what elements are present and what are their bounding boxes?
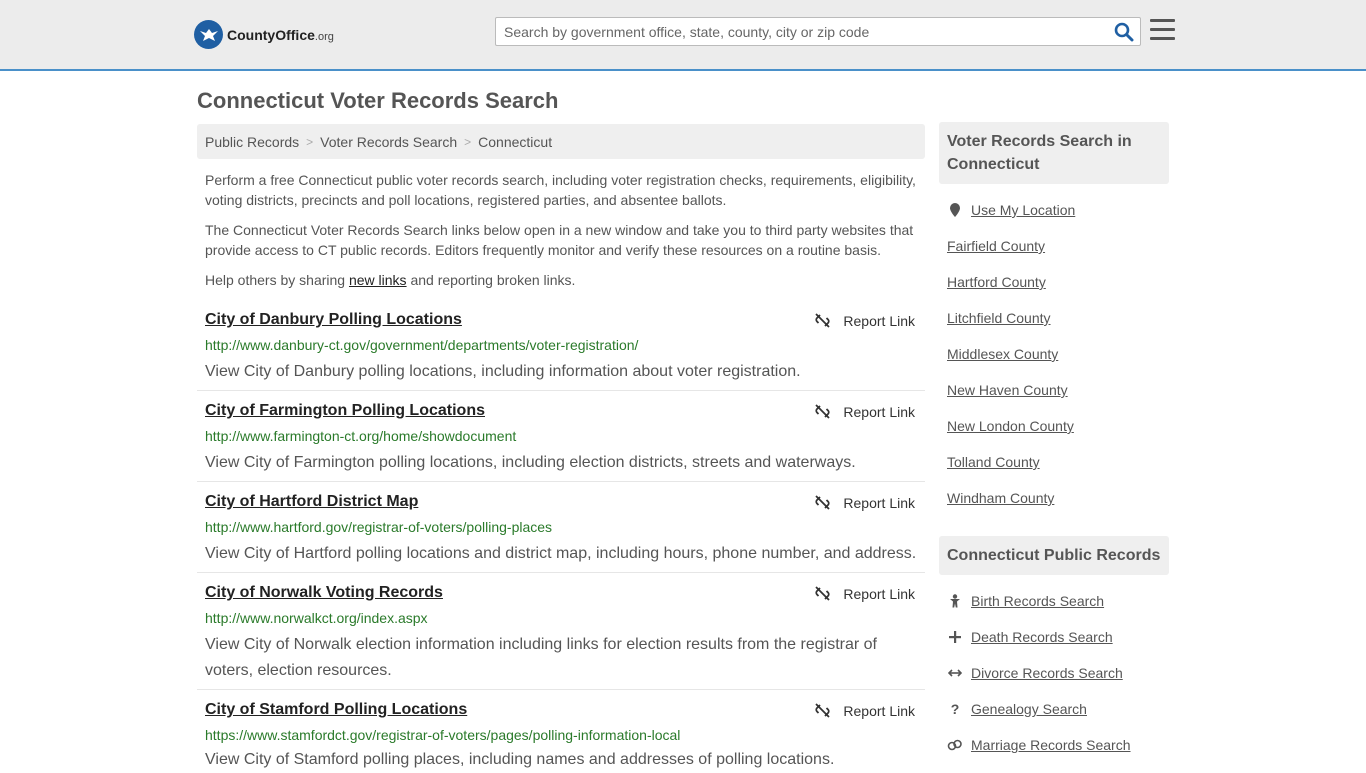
sidebar-record-item[interactable]: Death Records Search <box>947 629 1113 645</box>
listing-description: View City of Hartford polling locations … <box>205 545 917 562</box>
county-link[interactable]: Litchfield County <box>947 310 1051 326</box>
sidebar-record-item[interactable]: Marriage Records Search <box>947 737 1131 753</box>
sidebar-county-item[interactable]: Tolland County <box>947 454 1040 470</box>
county-link[interactable]: Middlesex County <box>947 346 1058 362</box>
listing-item: City of Hartford District Map Report Lin… <box>197 493 925 573</box>
sidebar-public-records-heading: Connecticut Public Records <box>939 536 1169 575</box>
use-location-link[interactable]: Use My Location <box>971 202 1075 218</box>
listing-url[interactable]: http://www.hartford.gov/registrar-of-vot… <box>205 519 552 535</box>
record-link[interactable]: Genealogy Search <box>971 701 1087 717</box>
chevron-right-icon: > <box>464 134 472 149</box>
intro-paragraph-3: Help others by sharing new links and rep… <box>205 270 920 290</box>
record-link[interactable]: Death Records Search <box>971 629 1113 645</box>
cross-icon <box>947 631 963 643</box>
report-link-button[interactable]: Report Link <box>814 702 915 719</box>
record-link[interactable]: Divorce Records Search <box>971 665 1123 681</box>
sidebar-county-item[interactable]: Windham County <box>947 490 1054 506</box>
baby-icon <box>947 594 963 608</box>
sidebar-county-item[interactable]: Fairfield County <box>947 238 1045 254</box>
sidebar-record-item[interactable]: Divorce Records Search <box>947 665 1123 681</box>
report-link-label: Report Link <box>843 312 915 329</box>
listing-item: City of Farmington Polling Locations Rep… <box>197 402 925 482</box>
search-icon[interactable] <box>1114 22 1134 42</box>
report-link-label: Report Link <box>843 494 915 511</box>
site-logo[interactable]: CountyOffice.org <box>194 20 334 49</box>
report-link-button[interactable]: Report Link <box>814 403 915 420</box>
search-input[interactable] <box>496 18 1096 45</box>
site-header: CountyOffice.org <box>0 0 1366 71</box>
sidebar-voter-records-heading: Voter Records Search in Connecticut <box>939 122 1169 184</box>
new-links-link[interactable]: new links <box>349 272 407 288</box>
sidebar-county-item[interactable]: Middlesex County <box>947 346 1058 362</box>
breadcrumb: Public Records > Voter Records Search > … <box>197 124 925 159</box>
map-pin-icon <box>947 203 963 217</box>
sidebar-record-item[interactable]: Birth Records Search <box>947 593 1104 609</box>
record-link[interactable]: Marriage Records Search <box>971 737 1131 753</box>
listing-description: View City of Stamford polling places, in… <box>205 751 835 768</box>
page-title: Connecticut Voter Records Search <box>197 88 559 113</box>
intro-text: and reporting broken links. <box>406 272 576 288</box>
broken-link-icon <box>815 313 831 328</box>
county-link[interactable]: Fairfield County <box>947 238 1045 254</box>
sidebar-county-item[interactable]: Hartford County <box>947 274 1046 290</box>
listing-url[interactable]: http://www.norwalkct.org/index.aspx <box>205 610 428 626</box>
sidebar-record-item[interactable]: ? Genealogy Search <box>947 701 1087 717</box>
sidebar-county-item[interactable]: New Haven County <box>947 382 1068 398</box>
listing-description: View City of Danbury polling locations, … <box>205 363 801 380</box>
county-link[interactable]: New London County <box>947 418 1074 434</box>
county-link[interactable]: New Haven County <box>947 382 1068 398</box>
county-link[interactable]: Hartford County <box>947 274 1046 290</box>
listing-url[interactable]: http://www.farmington-ct.org/home/showdo… <box>205 428 516 444</box>
chevron-right-icon: > <box>306 134 314 149</box>
listing-title-link[interactable]: City of Norwalk Voting Records <box>205 584 443 602</box>
sidebar-county-item[interactable]: New London County <box>947 418 1074 434</box>
hamburger-menu-icon[interactable] <box>1150 19 1175 41</box>
listing-title-link[interactable]: City of Danbury Polling Locations <box>205 311 462 329</box>
breadcrumb-connecticut: Connecticut <box>478 133 553 150</box>
sidebar-use-location[interactable]: Use My Location <box>947 202 1075 218</box>
listing-item: City of Danbury Polling Locations Report… <box>197 311 925 391</box>
listing-item: City of Norwalk Voting Records Report Li… <box>197 584 925 690</box>
intro-text: Help others by sharing <box>205 272 349 288</box>
county-link[interactable]: Windham County <box>947 490 1054 506</box>
question-icon: ? <box>950 701 960 717</box>
intro-paragraph-2: The Connecticut Voter Records Search lin… <box>205 222 914 258</box>
broken-link-icon <box>815 404 831 419</box>
report-link-button[interactable]: Report Link <box>814 494 915 511</box>
broken-link-icon <box>815 586 831 601</box>
split-arrows-icon <box>947 668 963 678</box>
listing-title-link[interactable]: City of Stamford Polling Locations <box>205 701 467 719</box>
logo-brand: CountyOffice <box>227 26 315 43</box>
report-link-label: Report Link <box>843 702 915 719</box>
report-link-button[interactable]: Report Link <box>814 585 915 602</box>
listing-url[interactable]: http://www.danbury-ct.gov/government/dep… <box>205 337 638 353</box>
record-link[interactable]: Birth Records Search <box>971 593 1104 609</box>
search-box <box>495 17 1141 46</box>
listing-description: View City of Norwalk election informatio… <box>205 636 877 679</box>
sidebar-county-item[interactable]: Litchfield County <box>947 310 1051 326</box>
marriage-icon <box>947 739 963 751</box>
broken-link-icon <box>815 703 831 718</box>
listing-item: City of Stamford Polling Locations Repor… <box>197 701 925 768</box>
listing-title-link[interactable]: City of Hartford District Map <box>205 493 418 511</box>
eagle-logo-icon <box>194 20 223 49</box>
listing-title-link[interactable]: City of Farmington Polling Locations <box>205 402 485 420</box>
broken-link-icon <box>815 495 831 510</box>
report-link-label: Report Link <box>843 585 915 602</box>
logo-tld: .org <box>314 30 334 43</box>
breadcrumb-voter-records-search[interactable]: Voter Records Search <box>320 134 457 150</box>
logo-wordmark: CountyOffice.org <box>227 27 334 43</box>
intro-paragraph-1: Perform a free Connecticut public voter … <box>205 172 916 208</box>
county-link[interactable]: Tolland County <box>947 454 1040 470</box>
breadcrumb-public-records[interactable]: Public Records <box>205 134 299 150</box>
listing-url[interactable]: https://www.stamfordct.gov/registrar-of-… <box>205 727 680 743</box>
report-link-label: Report Link <box>843 403 915 420</box>
report-link-button[interactable]: Report Link <box>814 312 915 329</box>
listing-description: View City of Farmington polling location… <box>205 454 856 471</box>
